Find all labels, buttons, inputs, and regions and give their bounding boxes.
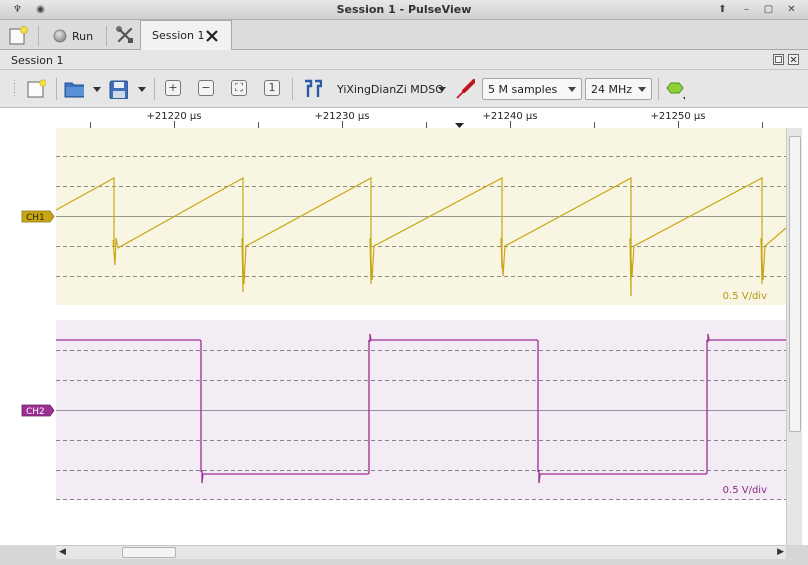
float-dock-icon[interactable]	[773, 54, 784, 65]
tab-session-1-label: Session 1	[152, 29, 205, 42]
vertical-scrollbar[interactable]	[786, 128, 802, 545]
scroll-right-arrow-icon[interactable]: ▶	[777, 547, 784, 557]
channel-header-column	[0, 128, 56, 545]
run-button[interactable]: Run	[50, 26, 102, 46]
horizontal-scrollbar-thumb[interactable]	[122, 547, 176, 558]
sample-count-value: 5 M samples	[488, 83, 558, 96]
trace-empty-area	[56, 500, 786, 545]
zoom-out-button[interactable]: −	[198, 80, 214, 96]
ruler-tick-label: +21250 µs	[651, 111, 706, 122]
probe-config-icon[interactable]	[455, 79, 475, 99]
new-session-icon[interactable]	[8, 26, 28, 46]
settings-tools-icon[interactable]	[115, 26, 135, 46]
cursor-markers-icon[interactable]	[302, 79, 322, 99]
ch2-scale-label: 0.5 V/div	[723, 485, 767, 496]
device-dropdown-icon[interactable]	[438, 87, 446, 92]
samplerate-chevron-icon	[638, 87, 646, 92]
window-shade-button[interactable]: ⬆	[716, 3, 729, 16]
session-title: Session 1	[11, 54, 64, 67]
sample-count-chevron-icon	[568, 87, 576, 92]
window-maximize-button[interactable]: ▢	[762, 3, 775, 16]
zoom-original-button[interactable]: 1	[264, 80, 280, 96]
trace-canvas: +21220 µs +21230 µs +21240 µs +21250 µs	[0, 108, 808, 545]
ch1-scale-label: 0.5 V/div	[723, 291, 767, 302]
window-title: Session 1 - PulseView	[336, 3, 472, 16]
ruler-tick-label: +21240 µs	[483, 111, 538, 122]
ch2-label[interactable]: CH2	[21, 404, 55, 417]
open-dropdown-icon[interactable]	[93, 87, 101, 92]
run-icon	[53, 29, 67, 43]
window-close-button[interactable]: ✕	[785, 3, 798, 16]
samplerate-select[interactable]: 24 MHz	[585, 78, 652, 100]
zoom-fit-button[interactable]: ⛶	[231, 80, 247, 96]
save-disk-icon[interactable]	[108, 79, 128, 99]
samplerate-value: 24 MHz	[591, 83, 633, 96]
device-label[interactable]: YiXingDianZi MDSO	[337, 83, 444, 96]
ch1-label-text: CH1	[26, 213, 45, 223]
tab-close-icon[interactable]	[205, 29, 219, 43]
open-folder-icon[interactable]	[64, 79, 84, 99]
scroll-left-arrow-icon[interactable]: ◀	[59, 547, 66, 557]
ch2-label-text: CH2	[26, 407, 45, 417]
vertical-scrollbar-thumb[interactable]	[789, 136, 801, 432]
horizontal-scrollbar[interactable]: ◀ ▶	[56, 545, 786, 559]
ruler-tick-label: +21220 µs	[147, 111, 202, 122]
sample-count-select[interactable]: 5 M samples	[482, 78, 582, 100]
trace-view[interactable]: +21220 µs +21230 µs +21240 µs +21250 µs	[0, 108, 808, 545]
close-dock-icon[interactable]	[788, 54, 799, 65]
main-toolbar: Run Session 1	[0, 20, 808, 50]
session-toolbar: + − ⛶ 1 YiXingDianZi MDSO 5 M samples 24…	[0, 70, 808, 108]
decoder-add-icon[interactable]	[665, 80, 685, 100]
ch1-label[interactable]: CH1	[21, 210, 55, 223]
ruler-tick-label: +21230 µs	[315, 111, 370, 122]
window-titlebar: ♆ ◉ Session 1 - PulseView ⬆ – ▢ ✕	[0, 0, 808, 20]
save-dropdown-icon[interactable]	[138, 87, 146, 92]
zoom-in-button[interactable]: +	[165, 80, 181, 96]
session-header: Session 1	[0, 50, 808, 70]
new-view-icon[interactable]	[26, 79, 46, 99]
run-label: Run	[72, 30, 94, 43]
window-minimize-button[interactable]: –	[740, 3, 753, 16]
tab-session-1[interactable]: Session 1	[140, 20, 232, 50]
